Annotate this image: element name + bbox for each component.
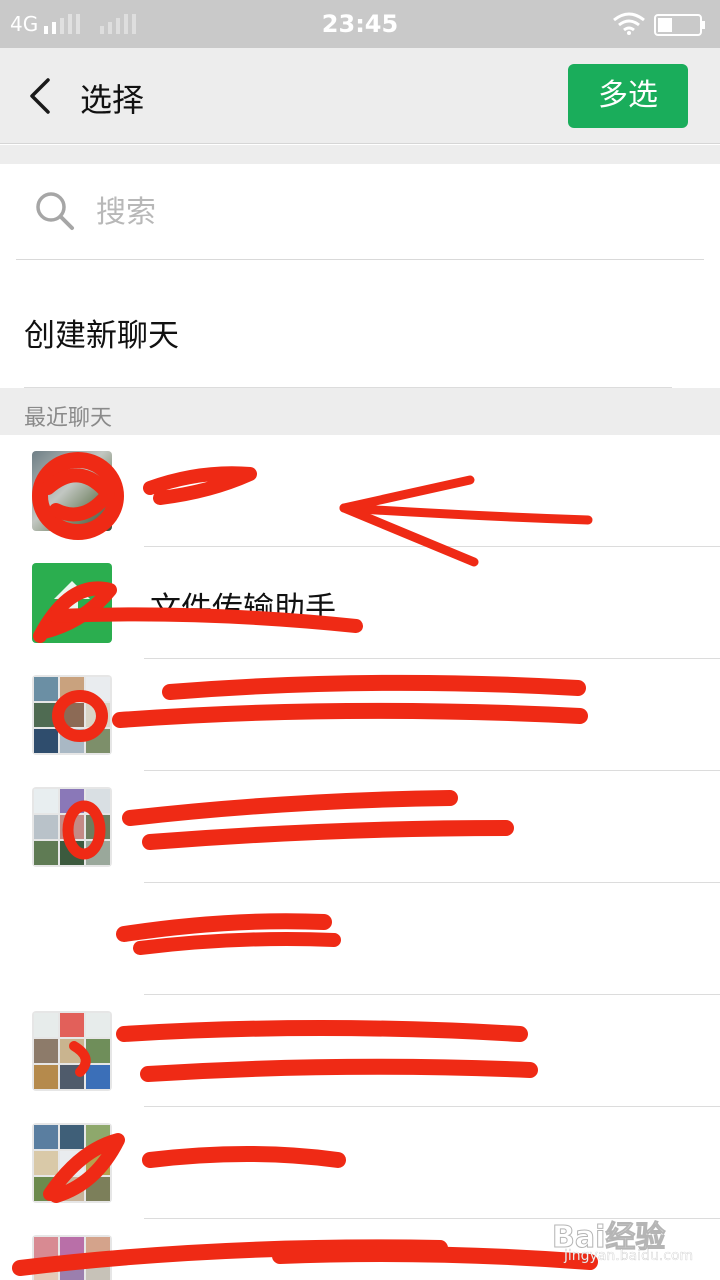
chat-row[interactable]	[0, 771, 720, 883]
chat-row[interactable]	[0, 995, 720, 1107]
chat-row[interactable]	[0, 659, 720, 771]
recent-chats-label: 最近聊天	[24, 406, 113, 431]
avatar	[32, 563, 112, 643]
watermark: Bai经验 jingyan.baidu.com	[551, 1212, 712, 1268]
back-button[interactable]	[18, 72, 64, 120]
recent-chats-header: 最近聊天	[0, 388, 720, 435]
multi-select-button[interactable]: 多选	[568, 64, 688, 128]
watermark-url: jingyan.baidu.com	[564, 1248, 694, 1264]
chat-row[interactable]	[0, 883, 720, 995]
header-spacer	[0, 145, 720, 164]
status-bar: 4G 23:45	[0, 0, 720, 48]
battery-icon	[654, 14, 705, 36]
page-title: 选择	[80, 81, 145, 119]
group-avatar	[32, 787, 112, 867]
search-bar	[0, 164, 720, 260]
chat-name: 文件传输助手	[150, 591, 336, 627]
group-avatar	[32, 1011, 112, 1091]
file-transfer-icon	[54, 581, 90, 619]
wifi-icon	[613, 12, 645, 35]
search-input[interactable]	[96, 192, 676, 232]
chevron-left-icon	[30, 78, 50, 114]
create-new-chat-label: 创建新聊天	[24, 318, 179, 354]
group-avatar	[32, 1235, 112, 1280]
search-icon	[36, 192, 74, 230]
chat-row[interactable]	[0, 435, 720, 547]
chat-row[interactable]	[0, 1107, 720, 1219]
title-bar: 选择 多选	[0, 48, 720, 144]
create-new-chat-row[interactable]: 创建新聊天	[0, 260, 720, 387]
group-avatar	[32, 1123, 112, 1203]
chat-row[interactable]: 文件传输助手	[0, 547, 720, 659]
group-avatar	[32, 675, 112, 755]
avatar	[32, 451, 112, 531]
